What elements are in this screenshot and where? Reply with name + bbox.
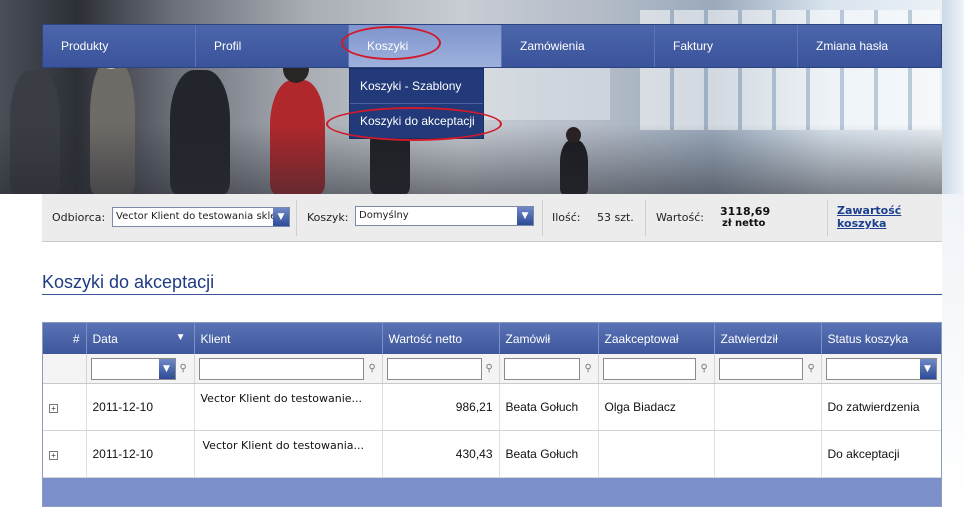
- col-header-klient[interactable]: Klient: [194, 323, 383, 354]
- filter-icon[interactable]: ⚲: [486, 363, 496, 375]
- cell-client: Vector Klient do testowanie...: [194, 383, 383, 431]
- cell-date: 2011-12-10: [86, 383, 195, 431]
- page-title: Koszyki do akceptacji: [42, 272, 215, 292]
- col-header-number: #: [43, 323, 87, 354]
- expand-icon[interactable]: +: [49, 451, 58, 460]
- cart-contents-link[interactable]: Zawartość koszyka: [837, 204, 901, 230]
- accepted-by-filter-input[interactable]: [602, 358, 696, 380]
- cell-date: 2011-12-10: [86, 430, 195, 478]
- divider: [645, 200, 646, 236]
- col-header-zaakceptowal[interactable]: Zaakceptował: [598, 323, 715, 354]
- value-unit: zł netto: [722, 218, 766, 229]
- filter-icon[interactable]: ⚲: [808, 363, 818, 375]
- right-edge: [942, 0, 964, 502]
- cell-client: Vector Klient do testowania...: [194, 430, 383, 478]
- value-amount: 3118,69: [720, 205, 771, 218]
- quantity-label: Ilość:: [552, 211, 581, 224]
- chevron-down-icon[interactable]: ▼: [919, 359, 936, 379]
- cell-ordered-by: Beata Gołuch: [499, 430, 599, 478]
- divider: [542, 200, 543, 236]
- cell-accepted-by: [598, 430, 715, 478]
- carts-grid: # Data ▼ Klient Wartość netto Zamówił Zaa…: [42, 322, 942, 507]
- cell-ordered-by: Beata Gołuch: [499, 383, 599, 431]
- submenu-item-do-akceptacji[interactable]: Koszyki do akceptacji: [350, 104, 483, 138]
- cell-approved-by: [714, 383, 822, 431]
- value-filter-input[interactable]: [386, 358, 482, 380]
- col-header-wartosc[interactable]: Wartość netto: [382, 323, 500, 354]
- cell-value: 430,43: [382, 430, 500, 478]
- cart-select[interactable]: Domyślny ▼: [355, 206, 534, 226]
- submenu-item-szablony[interactable]: Koszyki - Szablony: [350, 69, 483, 104]
- koszyki-submenu: Koszyki - Szablony Koszyki do akceptacji: [349, 68, 484, 139]
- nav-item-produkty[interactable]: Produkty: [43, 25, 196, 67]
- status-filter-select[interactable]: ▼: [825, 358, 937, 380]
- cell-value: 986,21: [382, 383, 500, 431]
- context-bar: Odbiorca: Vector Klient do testowania sk…: [42, 194, 942, 242]
- divider: [827, 200, 828, 236]
- filter-icon[interactable]: ⚲: [180, 363, 190, 375]
- col-header-data[interactable]: Data ▼: [86, 323, 195, 354]
- filter-icon[interactable]: ⚲: [701, 363, 711, 375]
- main-nav: Produkty Profil Koszyki Zamówienia Faktu…: [42, 24, 942, 68]
- filter-icon[interactable]: ⚲: [585, 363, 595, 375]
- quantity-value: 53 szt.: [597, 211, 634, 224]
- filter-row: ▼ ⚲ ⚲ ⚲ ⚲ ⚲ ⚲ ▼: [43, 354, 941, 384]
- value-label: Wartość:: [656, 211, 704, 224]
- title-rule: [42, 294, 942, 295]
- chevron-down-icon[interactable]: ▼: [273, 208, 289, 226]
- chevron-down-icon[interactable]: ▼: [158, 359, 175, 379]
- recipient-value: Vector Klient do testowania skle: [116, 211, 277, 222]
- nav-item-zmiana-hasla[interactable]: Zmiana hasła: [798, 25, 941, 67]
- nav-item-zamowienia[interactable]: Zamówienia: [502, 25, 655, 67]
- table-row[interactable]: + 2011-12-10 Vector Klient do testowanie…: [43, 383, 941, 431]
- date-filter-select[interactable]: ▼: [90, 358, 176, 380]
- cell-status: Do akceptacji: [821, 430, 941, 478]
- cell-approved-by: [714, 430, 822, 478]
- cart-value: Domyślny: [359, 210, 409, 221]
- ordered-by-filter-input[interactable]: [503, 358, 580, 380]
- sort-desc-icon[interactable]: ▼: [176, 332, 186, 343]
- recipient-select[interactable]: Vector Klient do testowania skle ▼: [112, 207, 290, 227]
- table-row[interactable]: + 2011-12-10 Vector Klient do testowania…: [43, 430, 941, 478]
- cart-label: Koszyk:: [307, 211, 349, 224]
- cell-accepted-by: Olga Biadacz: [598, 383, 715, 431]
- nav-item-koszyki[interactable]: Koszyki: [349, 25, 502, 67]
- col-header-zatwierdzil[interactable]: Zatwierdził: [714, 323, 822, 354]
- expand-icon[interactable]: +: [49, 404, 58, 413]
- nav-item-profil[interactable]: Profil: [196, 25, 349, 67]
- client-filter-input[interactable]: [198, 358, 364, 380]
- approved-by-filter-input[interactable]: [718, 358, 803, 380]
- recipient-label: Odbiorca:: [52, 211, 106, 224]
- col-header-status[interactable]: Status koszyka: [821, 323, 941, 354]
- chevron-down-icon[interactable]: ▼: [517, 207, 533, 225]
- col-header-zamowil[interactable]: Zamówił: [499, 323, 599, 354]
- cell-status: Do zatwierdzenia: [821, 383, 941, 431]
- nav-item-faktury[interactable]: Faktury: [655, 25, 798, 67]
- filter-icon[interactable]: ⚲: [369, 363, 379, 375]
- divider: [296, 200, 297, 236]
